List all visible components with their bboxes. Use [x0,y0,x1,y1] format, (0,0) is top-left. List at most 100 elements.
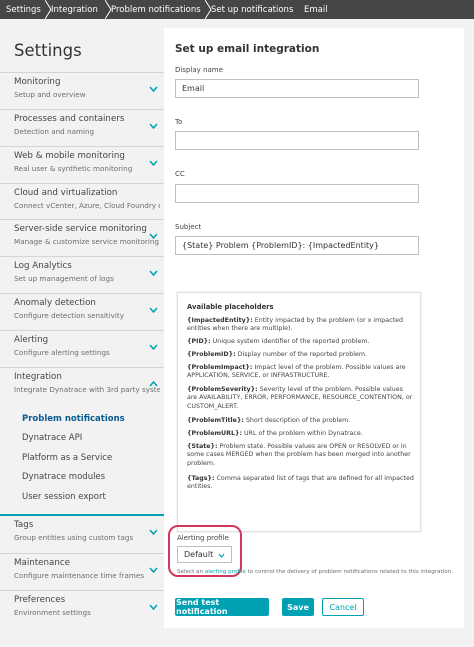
sidebar-item-sublabel: Group entities using custom tags [14,533,134,542]
placeholder-text: Unique system identifier of the reported… [210,338,370,345]
cc-input[interactable] [175,184,419,203]
placeholders-title: Available placeholders [187,303,274,311]
display-name-label: Display name [175,66,223,74]
alerting-profile-value: Default [184,550,214,559]
breadcrumb: Settings Integration Problem notificatio… [0,0,474,19]
sidebar-item-label: Tags [14,520,34,530]
sidebar-item-label: Alerting [14,335,49,345]
sidebar-item-sublabel: Configure detection sensitivity [14,311,124,320]
breadcrumb-email: Email [298,0,474,19]
chevron-down-icon [149,344,158,350]
chevron-down-icon [149,86,158,92]
cancel-button[interactable]: Cancel [322,598,364,616]
placeholder-entry: {ProblemSeverity}: Severity level of the… [187,386,415,411]
sidebar-item-sublabel: Manage & customize service monitoring [14,237,159,246]
sidebar-item-label: Preferences [14,595,66,605]
sidebar-item-sublabel: Detection and naming [14,127,95,136]
sidebar-item-label: Anomaly detection [14,298,96,308]
chevron-down-icon [149,123,158,129]
placeholder-text: Short description of the problem. [243,417,351,424]
subject-input[interactable]: {State} Problem {ProblemID}: {ImpactedEn… [175,236,419,255]
chevron-down-icon [149,529,158,535]
breadcrumb-label: Set up notifications [211,4,294,15]
hint-suffix: to control the delivery of problem notif… [245,569,454,575]
send-test-notification-button[interactable]: Send test notification [175,598,269,616]
chevron-down-icon [149,160,158,166]
placeholder-entry: {PID}: Unique system identifier of the r… [187,338,415,346]
display-name-value: Email [182,84,205,93]
email-integration-panel: Set up email integration Display name Em… [164,28,474,628]
sidebar-item-maintenance[interactable]: Maintenance Configure maintenance time f… [0,553,164,590]
sidebar-item-integration[interactable]: Integration Integrate Dynatrace with 3rd… [0,367,164,405]
display-name-input[interactable]: Email [175,79,419,98]
sidebar-item-anomaly-detection[interactable]: Anomaly detection Configure detection se… [0,293,164,330]
placeholder-entry: {ProblemURL}: URL of the problem within … [187,430,415,438]
alerting-profile-hint: Select an alerting profile to control th… [177,569,453,575]
sidebar-subitem-problem-notifications[interactable]: Problem notifications [22,414,125,424]
sidebar-item-alerting[interactable]: Alerting Configure alerting settings [0,330,164,367]
chevron-down-icon [149,270,158,276]
sidebar-item-sublabel: Integrate Dynatrace with 3rd party syste… [14,385,160,394]
breadcrumb-integration[interactable]: Integration [45,0,112,19]
save-button[interactable]: Save [282,598,314,616]
sidebar-subitem-dynatrace-api[interactable]: Dynatrace API [22,433,82,443]
sidebar-item-label: Cloud and virtualization [14,188,118,198]
placeholder-entry: {ProblemImpact}: Impact level of the pro… [187,364,415,381]
sidebar-item-monitoring[interactable]: Monitoring Setup and overview [0,72,164,109]
sidebar-item-tags[interactable]: Tags Group entities using custom tags [0,516,164,553]
alerting-profile-label: Alerting profile [177,534,229,542]
page-title: Set up email integration [175,43,320,55]
sidebar-item-label: Monitoring [14,77,61,87]
sidebar-item-label: Server-side service monitoring [14,224,147,234]
sidebar-item-web-mobile[interactable]: Web & mobile monitoring Real user & synt… [0,146,164,183]
breadcrumb-problem-notifications[interactable]: Problem notifications [105,0,212,19]
sidebar-subitem-paas[interactable]: Platform as a Service [22,453,112,463]
placeholder-key: {ImpactedEntity}: [187,317,253,324]
sidebar-item-preferences[interactable]: Preferences Environment settings [0,590,164,627]
sidebar-item-sublabel: Environment settings [14,608,91,617]
sidebar-item-sublabel: Setup and overview [14,90,86,99]
sidebar-item-label: Processes and containers [14,114,125,124]
chevron-down-icon [149,567,158,573]
sidebar-subitem-dynatrace-modules[interactable]: Dynatrace modules [22,472,105,482]
placeholder-key: {ProblemID}: [187,351,236,358]
placeholder-entry: {State}: Problem state. Possible values … [187,443,415,468]
placeholder-key: {ProblemTitle}: [187,417,244,424]
chevron-down-icon [218,553,225,558]
sidebar-item-cloud[interactable]: Cloud and virtualization Connect vCenter… [0,183,164,219]
breadcrumb-set-up-notifications[interactable]: Set up notifications [205,0,305,19]
placeholder-text: Comma separated list of tags that are de… [187,475,414,491]
alerting-profile-link[interactable]: alerting profile [205,569,246,575]
chevron-down-icon [149,233,158,239]
chevron-down-icon [149,307,158,313]
sidebar-title: Settings [14,41,82,60]
placeholder-text: URL of the problem within Dynatrace. [242,430,363,437]
subject-value: {State} Problem {ProblemID}: {ImpactedEn… [182,241,379,250]
sidebar-item-log-analytics[interactable]: Log Analytics Set up management of logs [0,256,164,293]
breadcrumb-label: Settings [6,4,41,15]
breadcrumb-label: Problem notifications [111,4,201,15]
placeholder-entry: {Tags}: Comma separated list of tags tha… [187,475,415,492]
sidebar-item-label: Maintenance [14,558,70,568]
hint-prefix: Select an [177,569,205,575]
sidebar-item-label: Integration [14,372,62,382]
sidebar-item-label: Web & mobile monitoring [14,151,125,161]
placeholder-entry: {ProblemTitle}: Short description of the… [187,417,415,425]
placeholder-key: {Tags}: [187,475,215,482]
placeholder-key: {State}: [187,443,218,450]
sidebar-item-sublabel: Connect vCenter, Azure, Cloud Foundry o.… [14,201,160,210]
sidebar-item-processes[interactable]: Processes and containers Detection and n… [0,109,164,146]
sidebar-item-sublabel: Set up management of logs [14,274,114,283]
to-label: To [175,118,183,126]
chevron-up-icon [149,381,158,387]
breadcrumb-settings[interactable]: Settings [0,0,52,19]
cc-label: CC [175,170,185,178]
breadcrumb-label: Integration [51,4,98,15]
sidebar-item-sublabel: Real user & synthetic monitoring [14,164,133,173]
placeholder-key: {ProblemSeverity}: [187,386,258,393]
sidebar-subitem-user-session-export[interactable]: User session export [22,492,106,502]
placeholders-panel: Available placeholders {ImpactedEntity}:… [177,292,421,532]
alerting-profile-select[interactable]: Default [177,546,232,563]
to-input[interactable] [175,131,419,150]
sidebar-item-server-side[interactable]: Server-side service monitoring Manage & … [0,219,164,256]
